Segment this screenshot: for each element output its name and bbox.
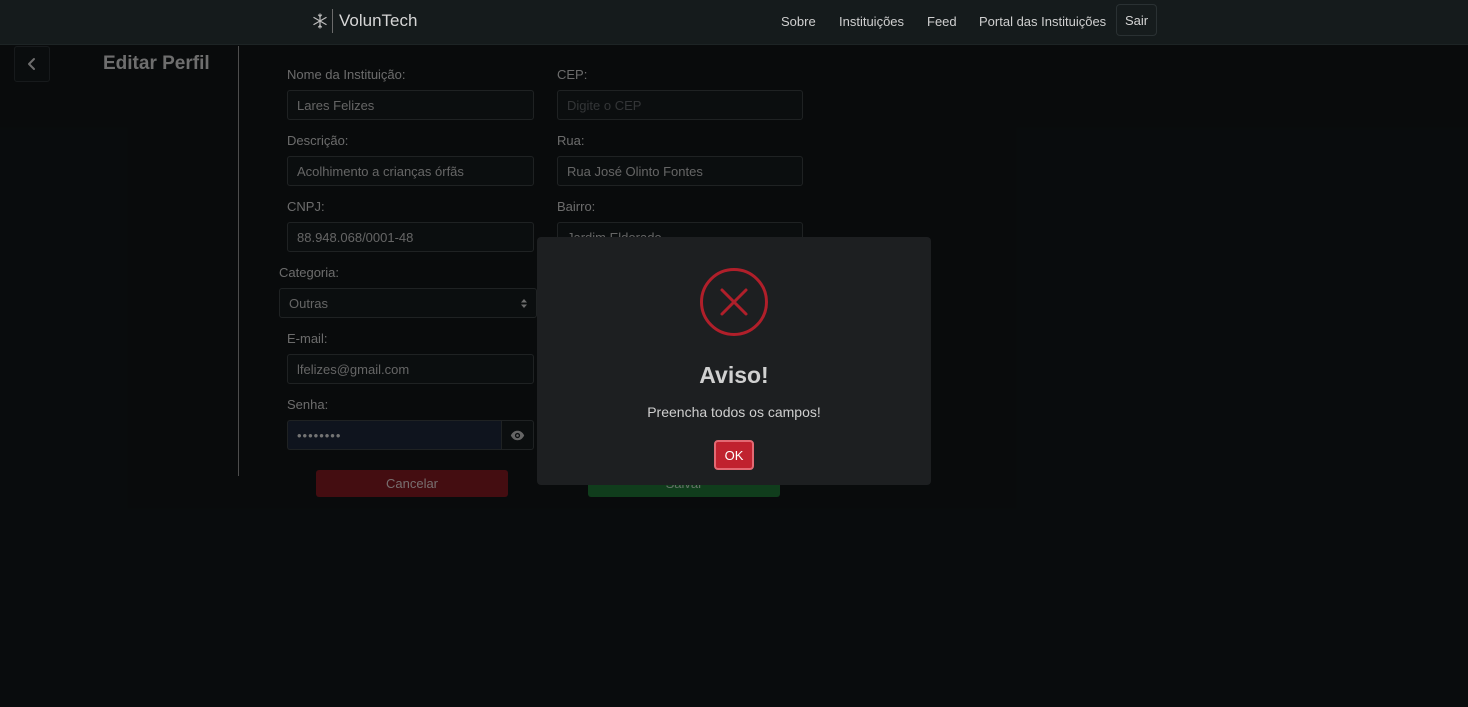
ok-button[interactable]: OK (714, 440, 754, 470)
nav-link-instituicoes[interactable]: Instituições (839, 14, 904, 29)
snowflake-logo-icon (312, 13, 328, 29)
nav-link-feed[interactable]: Feed (927, 14, 957, 29)
alert-modal: Aviso! Preencha todos os campos! OK (537, 237, 931, 485)
modal-title: Aviso! (699, 362, 769, 388)
brand-separator (332, 9, 333, 33)
logout-button[interactable]: Sair (1116, 4, 1157, 36)
top-navbar: VolunTech Sobre Instituições Feed Portal… (0, 0, 1468, 45)
brand[interactable]: VolunTech (312, 9, 417, 33)
nav-link-sobre[interactable]: Sobre (781, 14, 816, 29)
error-x-icon (700, 268, 768, 336)
nav-link-portal[interactable]: Portal das Instituições (979, 14, 1106, 29)
brand-name: VolunTech (339, 11, 418, 30)
modal-message: Preencha todos os campos! (647, 404, 821, 420)
